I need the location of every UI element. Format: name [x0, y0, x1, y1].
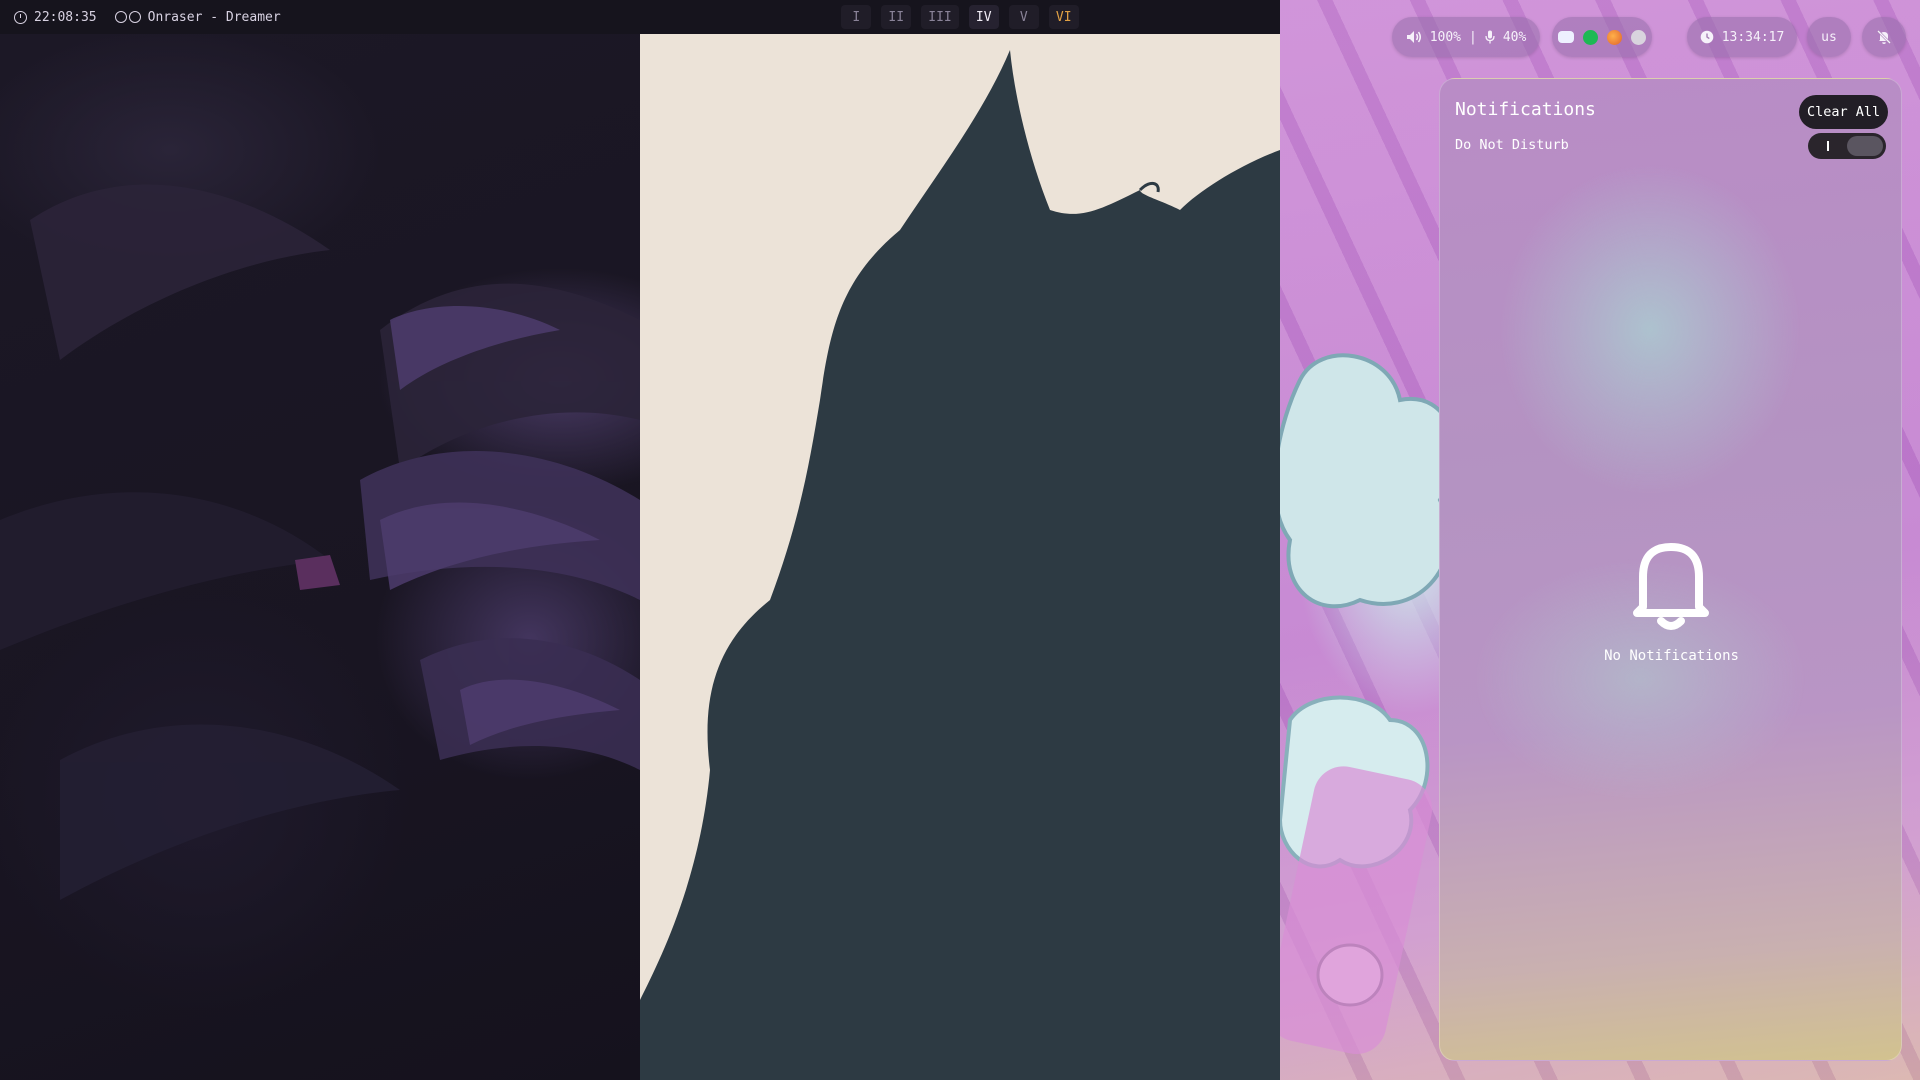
- media-title[interactable]: Onraser - Dreamer: [148, 10, 281, 25]
- workspace-3[interactable]: III: [921, 5, 959, 29]
- wallpaper-left: [0, 0, 640, 1080]
- workspace-4[interactable]: IV: [968, 5, 999, 29]
- discord-icon[interactable]: [1558, 31, 1574, 43]
- wallpaper-center: [640, 0, 1280, 1080]
- spotify-icon[interactable]: [1583, 29, 1598, 45]
- speaker-icon: [1406, 31, 1421, 43]
- left-clock-text: 22:08:35: [34, 9, 97, 25]
- bell-off-icon: [1877, 30, 1891, 44]
- clock-icon: [14, 10, 27, 24]
- workspace-bar: I II III IV V VI: [640, 0, 1280, 34]
- workspace-6[interactable]: VI: [1048, 5, 1079, 29]
- toggle-knob: [1847, 136, 1883, 156]
- media-player[interactable]: Onraser - Dreamer: [114, 10, 281, 25]
- audio-module[interactable]: 100% | 40%: [1392, 17, 1540, 57]
- empty-notifications-text: No Notifications: [1604, 648, 1739, 664]
- mic-value: 40%: [1502, 29, 1527, 45]
- keyboard-layout-text: us: [1821, 29, 1837, 45]
- workspace-1[interactable]: I: [841, 5, 872, 29]
- silhouette-art: [640, 50, 1280, 1080]
- keyboard-layout-module[interactable]: us: [1807, 17, 1851, 57]
- leaf-pattern: [0, 184, 640, 900]
- left-status-bar: 22:08:35 Onraser - Dreamer: [0, 0, 640, 34]
- firefox-icon[interactable]: [1607, 29, 1622, 45]
- steam-icon[interactable]: [1631, 29, 1646, 45]
- media-icon: [114, 10, 141, 24]
- workspace-2[interactable]: II: [881, 5, 912, 29]
- notification-center: Notifications Clear All Do Not Disturb N…: [1439, 78, 1902, 1061]
- workspace-5[interactable]: V: [1008, 5, 1039, 29]
- notification-toggle-button[interactable]: [1862, 17, 1906, 57]
- do-not-disturb-toggle[interactable]: [1808, 133, 1886, 159]
- volume-value: 100%: [1429, 29, 1461, 45]
- do-not-disturb-label: Do Not Disturb: [1455, 137, 1569, 153]
- bell-icon: [1633, 543, 1709, 630]
- clock-icon: [1700, 30, 1713, 44]
- notification-center-title: Notifications: [1455, 99, 1596, 120]
- clear-all-button[interactable]: Clear All: [1799, 95, 1889, 129]
- clock-module[interactable]: 13:34:17: [1687, 17, 1797, 57]
- system-tray: [1552, 17, 1652, 57]
- left-clock: 22:08:35: [14, 10, 97, 25]
- microphone-icon: [1485, 30, 1495, 44]
- audio-separator: |: [1469, 29, 1477, 45]
- toggle-on-mark: [1827, 141, 1829, 151]
- clock-text: 13:34:17: [1721, 29, 1785, 45]
